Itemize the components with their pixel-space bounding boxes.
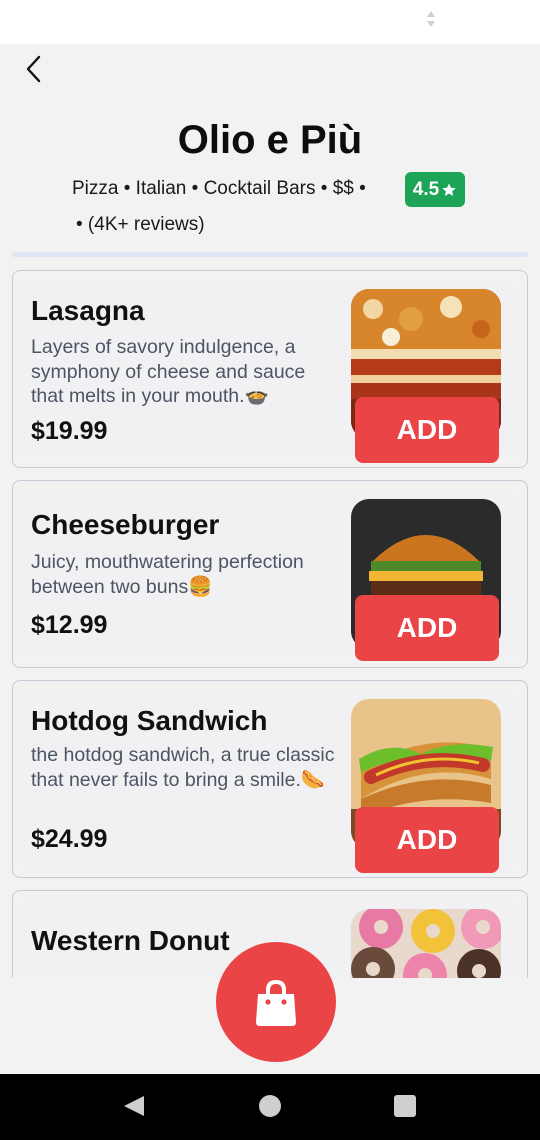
restaurant-meta: Pizza • Italian • Cocktail Bars • $$ • (72, 178, 366, 199)
item-description: Juicy, mouthwatering perfection between … (31, 551, 304, 598)
menu-item-card[interactable]: Lasagna Layers of savory indulgence, a s… (12, 270, 528, 468)
shopping-bag-icon (256, 979, 296, 1026)
star-icon (442, 182, 456, 196)
item-name: Cheeseburger (31, 509, 220, 540)
item-price: $24.99 (31, 825, 108, 853)
donut-image (351, 909, 501, 978)
cart-button[interactable] (216, 942, 336, 1062)
nav-home-icon[interactable] (259, 1095, 281, 1117)
item-name: Lasagna (31, 295, 145, 326)
nav-back-icon[interactable] (122, 1094, 146, 1118)
restaurant-name: Olio e Più (177, 118, 363, 162)
item-name: Western Donut (31, 925, 230, 956)
status-bar (0, 0, 540, 44)
back-button[interactable] (18, 52, 52, 86)
rating-value: 4.5 (412, 178, 440, 200)
add-button[interactable]: ADD (355, 397, 499, 463)
menu-item-card[interactable]: Cheeseburger Juicy, mouthwatering perfec… (12, 480, 528, 668)
item-price: $12.99 (31, 611, 108, 639)
rating-badge: 4.5 (405, 172, 465, 207)
menu-item-card[interactable]: Hotdog Sandwich the hotdog sandwich, a t… (12, 680, 528, 878)
header-divider (12, 252, 528, 257)
item-description: the hotdog sandwich, a true classic that… (31, 744, 335, 791)
item-name: Hotdog Sandwich (31, 705, 268, 736)
menu-list[interactable]: Lasagna Layers of savory indulgence, a s… (0, 262, 540, 978)
item-price: $19.99 (31, 417, 108, 445)
add-button[interactable]: ADD (355, 807, 499, 873)
nav-recents-icon[interactable] (394, 1095, 416, 1117)
chevron-left-icon (26, 55, 41, 83)
signal-icon (427, 11, 435, 27)
item-description: Layers of savory indulgence, a symphony … (31, 336, 306, 407)
system-nav-bar (0, 1074, 540, 1140)
review-count: • (4K+ reviews) (76, 214, 205, 235)
add-button[interactable]: ADD (355, 595, 499, 661)
